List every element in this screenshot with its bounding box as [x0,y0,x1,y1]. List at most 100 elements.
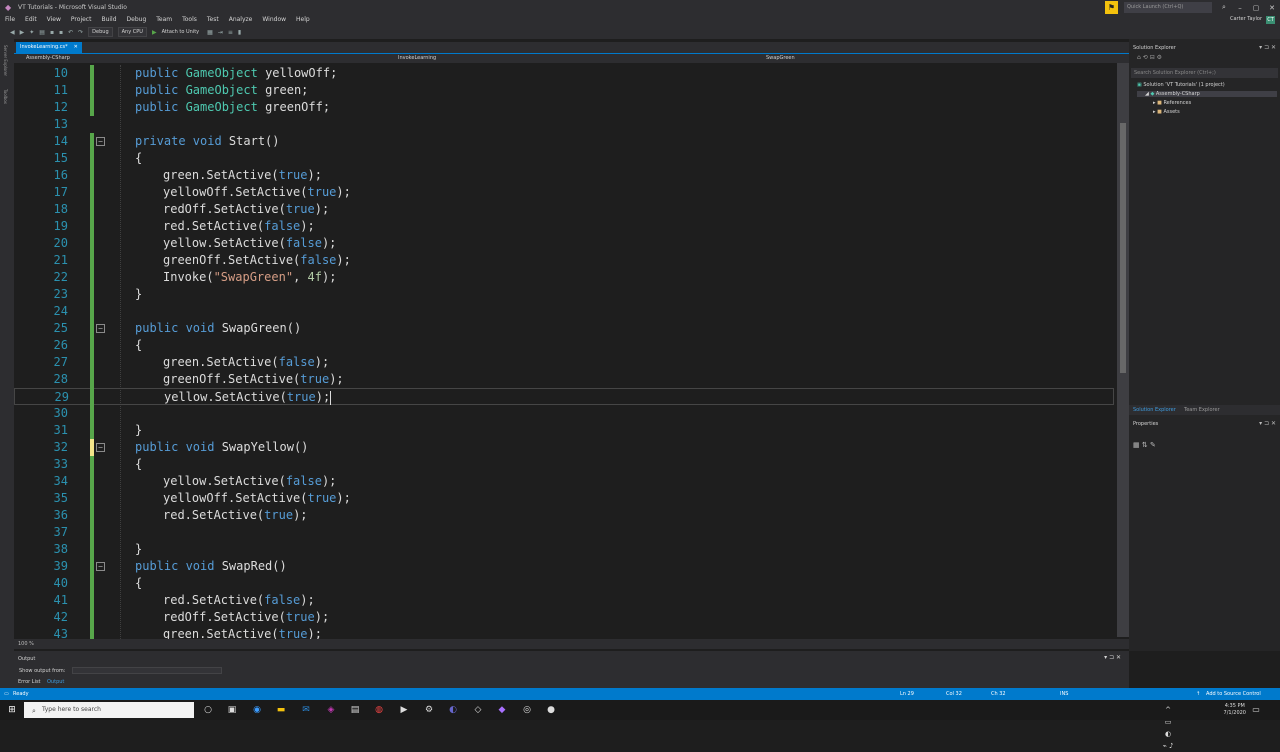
code-line[interactable]: 29 yellow.SetActive(true); [14,388,1114,405]
toolbox-tab[interactable]: Toolbox [3,89,8,104]
menu-build[interactable]: Build [101,16,116,23]
code-line[interactable]: 25 − public void SwapGreen() [14,320,1114,337]
menu-tools[interactable]: Tools [182,16,197,23]
open-file-icon[interactable]: ▤ [39,29,45,36]
server-explorer-tab[interactable]: Server Explorer [3,45,8,76]
notifications-icon[interactable]: ▭ [1250,704,1262,716]
code-line[interactable]: 42 redOff.SetActive(true); [14,609,1114,626]
taskbar-search-input[interactable]: Type here to search [24,702,194,718]
app-icon-2[interactable]: ▤ [349,704,361,716]
sync-icon[interactable]: ⟲ [1143,54,1148,61]
code-line[interactable]: 20 yellow.SetActive(false); [14,235,1114,252]
home-icon[interactable]: ⌂ [1137,54,1141,61]
code-line[interactable]: 28 greenOff.SetActive(true); [14,371,1114,388]
solution-search-input[interactable]: Search Solution Explorer (Ctrl+;) [1131,68,1278,78]
cortana-icon[interactable]: ○ [202,704,214,716]
code-line[interactable]: 19 red.SetActive(false); [14,218,1114,235]
collapse-icon[interactable]: − [96,137,105,146]
code-line[interactable]: 18 redOff.SetActive(true); [14,201,1114,218]
menu-project[interactable]: Project [71,16,92,23]
code-line[interactable]: 10 public GameObject yellowOff; [14,65,1114,82]
collapse-icon[interactable]: − [96,443,105,452]
code-line[interactable]: 14 − private void Start() [14,133,1114,150]
bookmark-icon[interactable]: ▮ [238,29,241,36]
code-line[interactable]: 36 red.SetActive(true); [14,507,1114,524]
quick-launch-input[interactable]: Quick Launch (Ctrl+Q) [1124,2,1212,13]
terminal-icon[interactable]: ▶ [398,704,410,716]
code-editor[interactable]: 10 public GameObject yellowOff; 11 public G… [14,63,1129,639]
code-line[interactable]: 13 [14,116,1114,133]
windows-start-icon[interactable]: ⊞ [6,704,18,716]
step-icon[interactable]: ⇥ [218,29,223,36]
attach-to-unity-button[interactable]: Attach to Unity [162,29,200,35]
search-icon[interactable]: ⌕ [1216,3,1232,12]
tab-team-explorer[interactable]: Team Explorer [1184,407,1220,413]
configuration-dropdown[interactable]: Debug [88,27,113,37]
menu-file[interactable]: File [5,16,15,23]
menu-help[interactable]: Help [296,16,310,23]
menu-test[interactable]: Test [207,16,219,23]
user-name[interactable]: Carter Taylor [1230,16,1262,22]
add-to-source-control-button[interactable]: Add to Source Control [1206,691,1261,697]
properties-controls[interactable]: ▾ ⊐ ✕ [1259,420,1276,427]
play-icon[interactable]: ▶ [152,29,157,36]
code-line[interactable]: 21 greenOff.SetActive(false); [14,252,1114,269]
vertical-scrollbar[interactable] [1117,63,1129,637]
file-explorer-icon[interactable]: ▬ [275,704,287,716]
code-line[interactable]: 31} [14,422,1114,439]
code-line[interactable]: 27 green.SetActive(false); [14,354,1114,371]
tab-error-list[interactable]: Error List [18,679,41,685]
project-dropdown[interactable]: Assembly-CSharp [26,55,70,61]
tray-icons[interactable]: ^ ▭ ◐ ⌁ ♪ [1162,704,1174,750]
visual-studio-icon[interactable]: ◆ [496,704,508,716]
minimize-button[interactable]: – [1232,4,1248,12]
wrench-icon[interactable]: ✎ [1150,441,1156,449]
maximize-button[interactable]: ▢ [1248,4,1264,12]
tree-item[interactable]: ▸ ■ References [1137,100,1191,106]
collapse-icon[interactable]: − [96,562,105,571]
tab-output[interactable]: Output [47,679,64,685]
obs-icon[interactable]: ● [545,704,557,716]
code-line[interactable]: 33 { [14,456,1114,473]
code-line[interactable]: 24 [14,303,1114,320]
settings-gear-icon[interactable]: ⚙ [423,704,435,716]
class-dropdown[interactable]: InvokeLearning [398,55,436,61]
code-line[interactable]: 39 − public void SwapRed() [14,558,1114,575]
forward-icon[interactable]: ▶ [20,29,25,36]
comment-icon[interactable]: ≡ [228,29,233,36]
collapse-all-icon[interactable]: ⊟ [1150,54,1155,61]
tree-item[interactable]: ▣ Solution 'VT Tutorials' (1 project) [1137,82,1225,88]
save-all-icon[interactable]: ▪ [59,29,63,36]
alphabetical-icon[interactable]: ⇅ [1142,441,1148,449]
code-line[interactable]: 12 public GameObject greenOff; [14,99,1114,116]
code-line[interactable]: 37 [14,524,1114,541]
app-icon[interactable]: ◈ [325,704,337,716]
panel-controls[interactable]: ▾ ⊐ ✕ [1259,44,1276,51]
menu-window[interactable]: Window [262,16,286,23]
code-line[interactable]: 41 red.SetActive(false); [14,592,1114,609]
tab-invokelearning[interactable]: InvokeLearning.cs* ✕ [16,42,82,53]
back-icon[interactable]: ◀ [10,29,15,36]
save-icon[interactable]: ▪ [50,29,54,36]
categorized-icon[interactable]: ▦ [1133,441,1140,449]
code-line[interactable]: 22 Invoke("SwapGreen", 4f); [14,269,1114,286]
steam-icon[interactable]: ◐ [447,704,459,716]
app-icon-3[interactable]: ◎ [521,704,533,716]
code-line[interactable]: 30 [14,405,1114,422]
code-line[interactable]: 23} [14,286,1114,303]
code-line[interactable]: 15 { [14,150,1114,167]
platform-dropdown[interactable]: Any CPU [117,27,147,37]
code-line[interactable]: 38} [14,541,1114,558]
undo-icon[interactable]: ↶ [68,29,73,36]
close-button[interactable]: ✕ [1264,4,1280,12]
member-dropdown[interactable]: SwapGreen [766,55,795,61]
menu-team[interactable]: Team [156,16,172,23]
scrollbar-thumb[interactable] [1120,123,1126,373]
folder-icon[interactable]: ▦ [207,29,213,36]
collapse-icon[interactable]: − [96,324,105,333]
output-source-dropdown[interactable] [72,667,222,674]
code-line[interactable]: 32 − public void SwapYellow() [14,439,1114,456]
tab-solution-explorer[interactable]: Solution Explorer [1133,407,1176,413]
code-line[interactable]: 16 green.SetActive(true); [14,167,1114,184]
code-line[interactable]: 34 yellow.SetActive(false); [14,473,1114,490]
